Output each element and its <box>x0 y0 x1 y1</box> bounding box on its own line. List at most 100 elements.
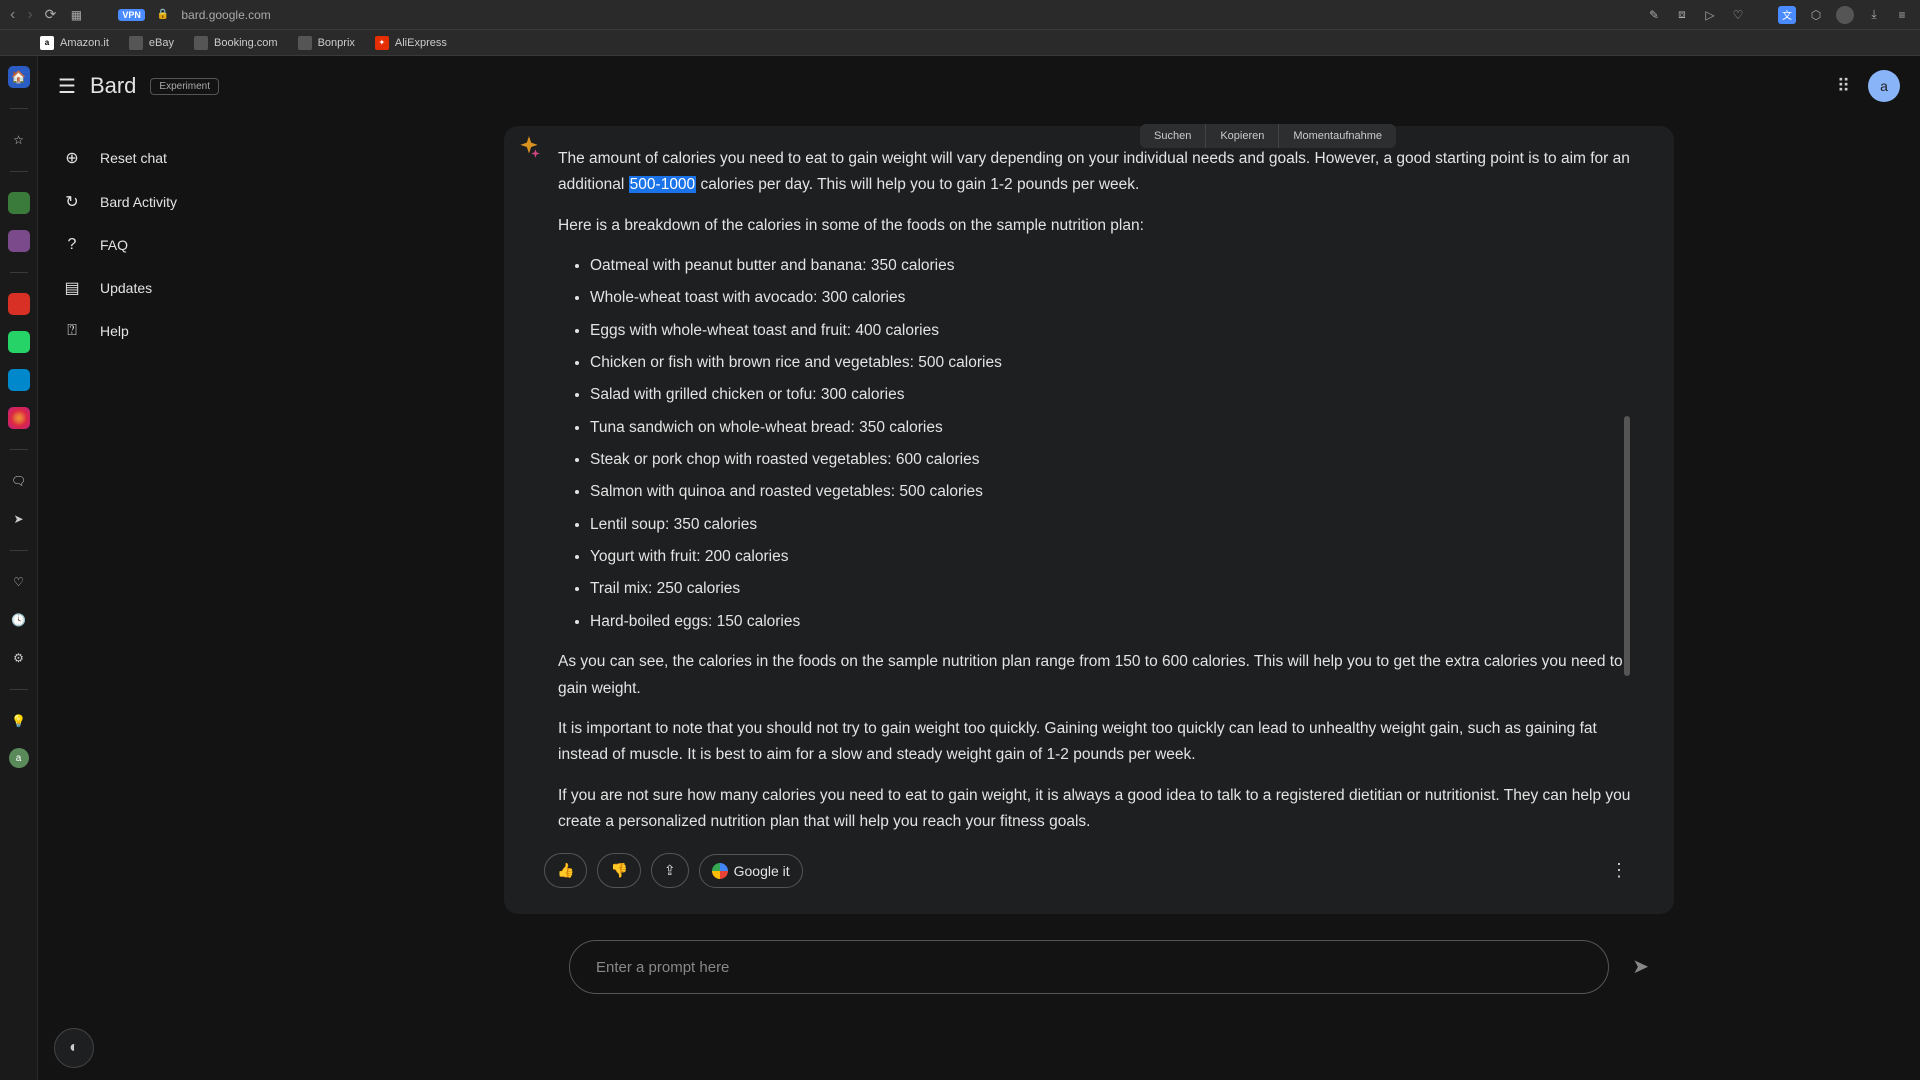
response-note: It is important to note that you should … <box>558 716 1634 769</box>
edit-icon[interactable]: ✎ <box>1646 7 1662 23</box>
bard-header: ☰ Bard Experiment ⠿ a <box>38 56 1920 116</box>
list-item: Trail mix: 250 calories <box>590 576 1634 602</box>
google-it-button[interactable]: Google it <box>699 854 803 888</box>
rail-app3-icon[interactable] <box>8 293 30 315</box>
thumbs-down-icon: 👎 <box>610 862 627 879</box>
list-item: Eggs with whole-wheat toast and fruit: 4… <box>590 318 1634 344</box>
reload-button[interactable]: ⟳ <box>45 6 57 23</box>
vpn-badge: VPN <box>118 9 145 21</box>
sidebar-item-label: Bard Activity <box>100 194 177 210</box>
bard-logo: Bard <box>90 73 136 99</box>
user-avatar[interactable]: a <box>1868 70 1900 102</box>
calendar-icon: ▤ <box>62 278 82 298</box>
list-item: Salmon with quinoa and roasted vegetable… <box>590 479 1634 505</box>
message-actions: 👍 👎 ⇪ Google it ⋮ <box>544 853 1634 888</box>
activity-icon: ↻ <box>62 192 82 212</box>
bookmark-aliexpress[interactable]: ✦AliExpress <box>375 36 447 50</box>
share-icon: ⇪ <box>664 862 676 879</box>
bookmark-booking[interactable]: Booking.com <box>194 36 278 50</box>
sidebar-item-faq[interactable]: ?FAQ <box>38 224 318 266</box>
context-snapshot[interactable]: Momentaufnahme <box>1279 124 1396 148</box>
sidebar-item-reset-chat[interactable]: ⊕ Reset chat <box>38 136 318 180</box>
thumbs-down-button[interactable]: 👎 <box>597 853 640 888</box>
theme-toggle-button[interactable]: ◐ <box>54 1028 94 1068</box>
list-item: Chicken or fish with brown rice and vege… <box>590 350 1634 376</box>
rail-star-icon[interactable]: ☆ <box>8 129 30 151</box>
experiment-badge: Experiment <box>150 78 219 95</box>
bookmark-label: Bonprix <box>318 37 355 49</box>
rail-telegram-icon[interactable] <box>8 369 30 391</box>
lock-icon: 🔒 <box>157 9 169 20</box>
list-item: Lentil soup: 350 calories <box>590 512 1634 538</box>
extensions-icon[interactable]: ▦ <box>68 7 84 23</box>
sidebar-item-label: FAQ <box>100 237 128 253</box>
hamburger-button[interactable]: ☰ <box>58 74 76 99</box>
share-button[interactable]: ⇪ <box>651 853 689 888</box>
help-icon: ⍰ <box>62 322 82 340</box>
rail-bulb-icon[interactable]: 💡 <box>8 710 30 732</box>
chat-area: Suchen Kopieren Momentaufnahme The amoun… <box>318 116 1920 1080</box>
bookmark-label: AliExpress <box>395 37 447 49</box>
bookmarks-bar: aAmazon.it eBay Booking.com Bonprix ✦Ali… <box>0 30 1920 56</box>
rail-home-icon[interactable]: 🏠 <box>8 66 30 88</box>
thumbs-up-button[interactable]: 👍 <box>544 853 587 888</box>
bard-spark-icon <box>516 134 542 160</box>
download-icon[interactable]: ⤓ <box>1866 7 1882 23</box>
sidebar-item-activity[interactable]: ↻ Bard Activity <box>38 180 318 224</box>
back-button[interactable]: ‹ <box>10 6 15 24</box>
plus-circle-icon: ⊕ <box>62 148 82 168</box>
sidebar-item-label: Reset chat <box>100 150 167 166</box>
more-options-button[interactable]: ⋮ <box>1604 854 1634 887</box>
bookmark-amazon[interactable]: aAmazon.it <box>40 36 109 50</box>
sidebar-item-label: Help <box>100 323 129 339</box>
sidebar-item-help[interactable]: ⍰ Help <box>38 310 318 352</box>
send-button[interactable]: ➤ <box>1632 954 1649 979</box>
bookmark-label: Booking.com <box>214 37 278 49</box>
menu-icon[interactable]: ≡ <box>1894 7 1910 23</box>
rail-settings-icon[interactable]: ⚙ <box>8 647 30 669</box>
app-rail: 🏠 ☆ 🗨 ➤ ♡ 🕓 ⚙ 💡 a <box>0 56 38 1080</box>
prompt-input[interactable] <box>569 940 1609 994</box>
context-copy[interactable]: Kopieren <box>1206 124 1279 148</box>
response-breakdown-intro: Here is a breakdown of the calories in s… <box>558 213 1634 239</box>
rail-app2-icon[interactable] <box>8 230 30 252</box>
shield-icon[interactable]: ⬡ <box>1808 7 1824 23</box>
list-item: Whole-wheat toast with avocado: 300 calo… <box>590 285 1634 311</box>
forward-button[interactable]: › <box>27 6 32 24</box>
list-item: Tuna sandwich on whole-wheat bread: 350 … <box>590 415 1634 441</box>
translate-icon[interactable]: 文 <box>1778 6 1796 24</box>
play-icon[interactable]: ▷ <box>1702 7 1718 23</box>
rail-user-avatar[interactable]: a <box>9 748 29 768</box>
google-apps-icon[interactable]: ⠿ <box>1837 76 1850 97</box>
sidebar: ⊕ Reset chat ↻ Bard Activity ?FAQ ▤ Updates… <box>38 116 318 1080</box>
rail-heart-icon[interactable]: ♡ <box>8 571 30 593</box>
response-summary: As you can see, the calories in the food… <box>558 649 1634 702</box>
selected-text: 500-1000 <box>629 176 697 193</box>
rail-history-icon[interactable]: 🕓 <box>8 609 30 631</box>
sidebar-item-updates[interactable]: ▤ Updates <box>38 266 318 310</box>
camera-icon[interactable]: ⧈ <box>1674 7 1690 23</box>
rail-app1-icon[interactable] <box>8 192 30 214</box>
heart-icon[interactable]: ♡ <box>1730 7 1746 23</box>
rail-instagram-icon[interactable] <box>8 407 30 429</box>
sidebar-item-label: Updates <box>100 280 152 296</box>
list-item: Salad with grilled chicken or tofu: 300 … <box>590 382 1634 408</box>
list-item: Oatmeal with peanut butter and banana: 3… <box>590 253 1634 279</box>
list-item: Steak or pork chop with roasted vegetabl… <box>590 447 1634 473</box>
bookmark-bonprix[interactable]: Bonprix <box>298 36 355 50</box>
scrollbar[interactable] <box>1624 136 1630 776</box>
thumbs-up-icon: 👍 <box>557 862 574 879</box>
bookmark-label: eBay <box>149 37 174 49</box>
address-bar[interactable]: bard.google.com <box>181 8 1634 22</box>
rail-chat-icon[interactable]: 🗨 <box>8 470 30 492</box>
google-logo-icon <box>712 863 728 879</box>
rail-whatsapp-icon[interactable] <box>8 331 30 353</box>
context-search[interactable]: Suchen <box>1140 124 1206 148</box>
profile-avatar-icon[interactable] <box>1836 6 1854 24</box>
list-item: Hard-boiled eggs: 150 calories <box>590 609 1634 635</box>
bookmark-ebay[interactable]: eBay <box>129 36 174 50</box>
google-it-label: Google it <box>734 863 790 879</box>
selection-context-menu: Suchen Kopieren Momentaufnahme <box>1140 124 1396 148</box>
rail-send-icon[interactable]: ➤ <box>8 508 30 530</box>
assistant-message: Suchen Kopieren Momentaufnahme The amoun… <box>504 126 1674 914</box>
